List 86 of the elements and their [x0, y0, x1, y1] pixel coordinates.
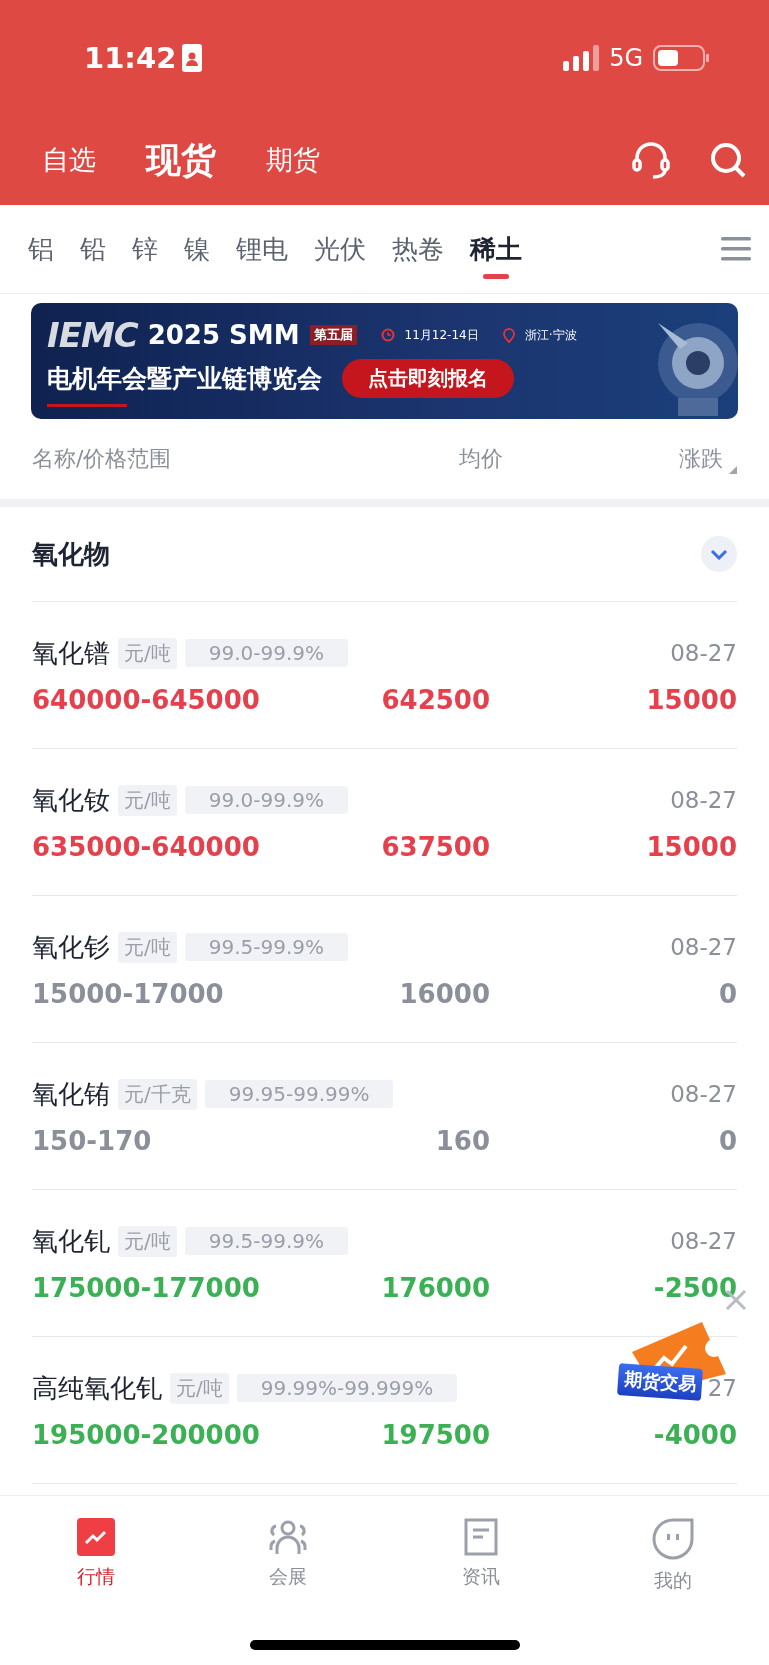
category-tab[interactable]: 热卷 — [392, 219, 444, 279]
unit-tag: 元/吨 — [118, 637, 177, 669]
product-name[interactable]: 氧化镨 — [32, 635, 110, 671]
category-tab[interactable]: 稀土 — [470, 219, 522, 279]
collapse-button[interactable] — [701, 536, 737, 572]
price-range: 640000-645000 — [32, 684, 261, 715]
price-change: 0 — [717, 1125, 737, 1156]
price-change: 15000 — [645, 831, 737, 862]
trend-chart-icon — [77, 1518, 116, 1556]
price-range: 175000-177000 — [32, 1272, 261, 1303]
category-tab[interactable]: 铅 — [80, 219, 106, 279]
nav-tab[interactable]: 会展 — [268, 1518, 309, 1590]
product-name[interactable]: 氧化钕 — [32, 782, 110, 818]
chevron-down-icon[interactable] — [710, 548, 728, 560]
nav-tab[interactable]: 资讯 — [461, 1518, 500, 1590]
price-date: 08-27 — [670, 640, 737, 666]
average-price: 160 — [434, 1125, 490, 1156]
battery-icon — [653, 44, 709, 71]
product-name[interactable]: 氧化铕 — [32, 1076, 110, 1112]
price-date: 08-27 — [670, 787, 737, 813]
headset-icon[interactable] — [631, 140, 671, 180]
price-date: 27 — [707, 1375, 737, 1401]
banner-location: 浙江·宁波 — [524, 326, 577, 344]
clock-icon — [380, 328, 395, 342]
location-pin-icon — [502, 327, 515, 343]
spec-tag: 99.5-99.9% — [184, 933, 349, 961]
product-name[interactable]: 氧化钆 — [32, 1223, 110, 1259]
category-tab[interactable]: 锂电 — [236, 219, 288, 279]
banner-date: 11月12-14日 — [404, 326, 479, 344]
document-icon — [463, 1518, 498, 1556]
sort-icon[interactable] — [729, 466, 737, 474]
ad-banner[interactable]: IEMC 2025 SMM 第五届 11月12-14日 浙江·宁波 电机年会暨产业链博览会 点击即刻报名 — [31, 303, 738, 419]
column-header[interactable]: 涨跌 — [679, 444, 723, 474]
signal-icon — [563, 44, 600, 71]
category-tab[interactable]: 光伏 — [314, 219, 366, 279]
unit-tag: 元/吨 — [118, 1225, 177, 1257]
spec-tag: 99.0-99.9% — [184, 786, 349, 814]
register-button[interactable]: 点击即刻报名 — [342, 359, 514, 398]
price-change: -2500 — [652, 1272, 737, 1303]
status-time: 11:42 — [84, 40, 177, 75]
smiley-icon — [651, 1518, 694, 1560]
price-change: 15000 — [645, 684, 737, 715]
price-change: -4000 — [652, 1419, 737, 1450]
column-header: 名称/价格范围 — [32, 445, 173, 473]
id-card-icon — [182, 43, 203, 72]
price-date: 08-27 — [670, 1081, 737, 1107]
spec-tag: 99.95-99.99% — [204, 1080, 394, 1108]
product-name[interactable]: 氧化钐 — [32, 929, 110, 965]
price-date: 08-27 — [670, 1228, 737, 1254]
spec-tag: 99.5-99.9% — [184, 1227, 349, 1255]
search-icon[interactable] — [709, 141, 747, 179]
unit-tag: 元/吨 — [118, 931, 177, 963]
price-change: 0 — [717, 978, 737, 1009]
header-tab[interactable]: 期货 — [266, 142, 320, 178]
banner-title: 2025 SMM — [147, 320, 300, 350]
price-range: 15000-17000 — [32, 978, 225, 1009]
spec-tag: 99.0-99.9% — [184, 639, 349, 667]
average-price: 637500 — [380, 831, 490, 862]
network-label: 5G — [609, 43, 643, 72]
price-range: 195000-200000 — [32, 1419, 261, 1450]
price-date: 08-27 — [670, 934, 737, 960]
average-price: 176000 — [380, 1272, 490, 1303]
section-title: 氧化物 — [32, 537, 110, 571]
nav-tab[interactable]: 我的 — [651, 1518, 694, 1594]
average-price: 642500 — [380, 684, 490, 715]
people-icon — [268, 1518, 309, 1556]
unit-tag: 元/吨 — [170, 1372, 229, 1404]
category-tab[interactable]: 镍 — [184, 219, 210, 279]
header-tab[interactable]: 现货 — [146, 136, 216, 184]
banner-subtitle: 电机年会暨产业链博览会 — [47, 363, 322, 395]
banner-logo: IEMC — [47, 315, 138, 355]
price-range: 150-170 — [32, 1125, 153, 1156]
average-price: 16000 — [398, 978, 490, 1009]
nav-tab[interactable]: 行情 — [77, 1518, 116, 1590]
banner-edition: 第五届 — [309, 325, 357, 345]
column-header: 均价 — [459, 445, 504, 473]
header-tab[interactable]: 自选 — [42, 142, 96, 178]
average-price: 197500 — [380, 1419, 490, 1450]
spec-tag: 99.99%-99.999% — [236, 1374, 458, 1402]
menu-icon[interactable] — [721, 237, 751, 261]
unit-tag: 元/千克 — [118, 1078, 197, 1110]
unit-tag: 元/吨 — [118, 784, 177, 816]
category-tab[interactable]: 锌 — [132, 219, 158, 279]
category-tab[interactable]: 铝 — [28, 219, 54, 279]
product-name[interactable]: 高纯氧化钆 — [32, 1370, 162, 1406]
price-range: 635000-640000 — [32, 831, 261, 862]
